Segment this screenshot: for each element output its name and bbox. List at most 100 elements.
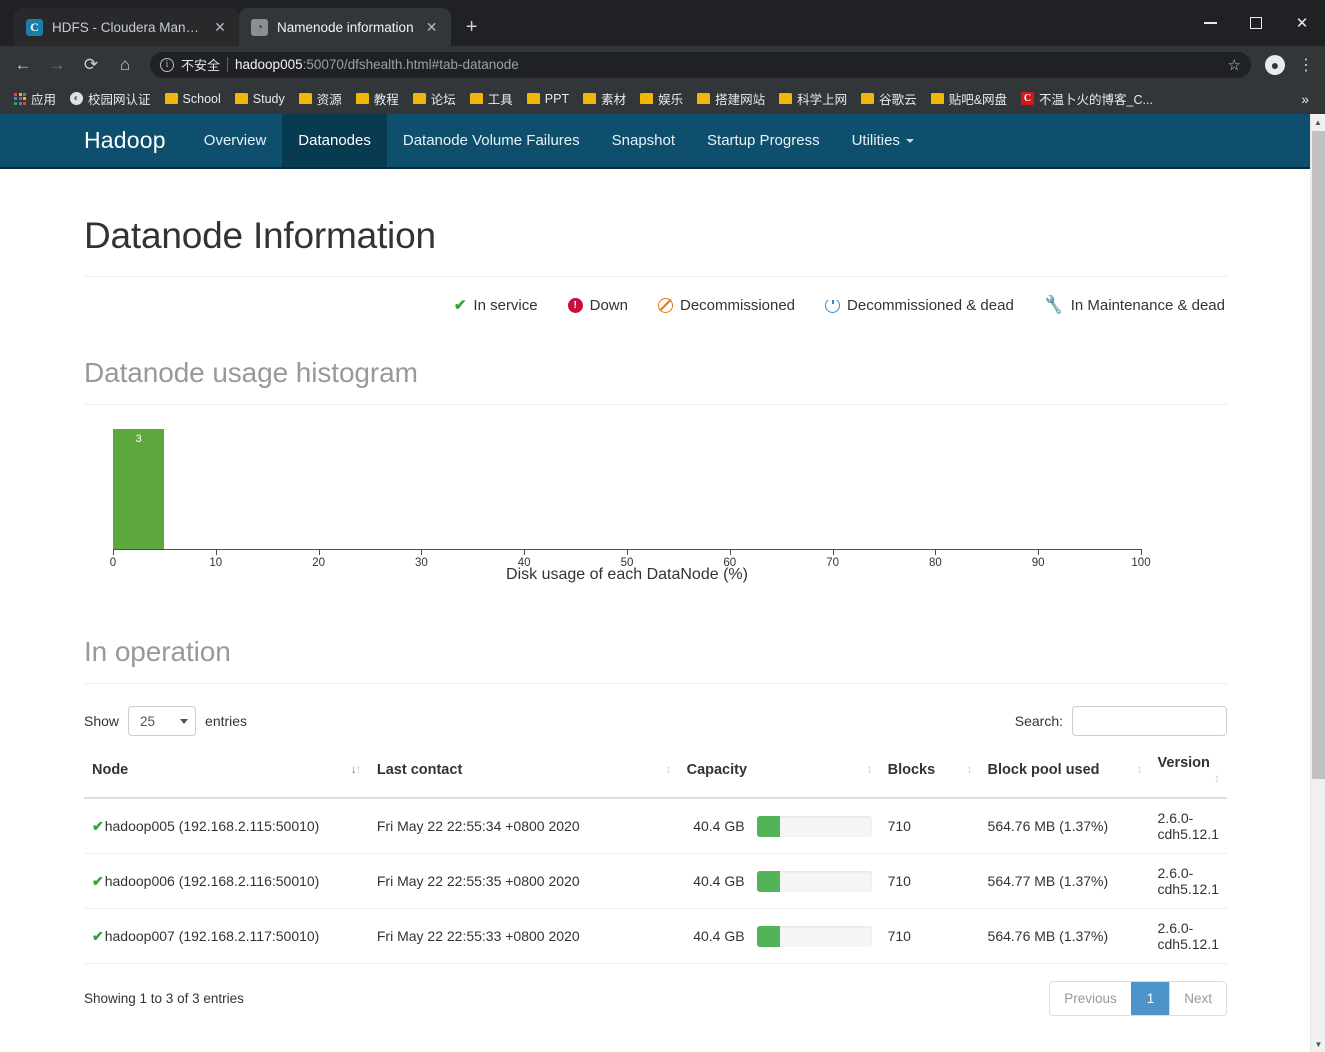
bookmark-forums[interactable]: 论坛	[407, 86, 462, 111]
apps-grid-icon	[14, 92, 26, 105]
column-header-last-contact[interactable]: Last contact ↕	[368, 749, 679, 799]
column-header-capacity[interactable]: Capacity ↕	[678, 749, 880, 799]
node-link[interactable]: hadoop007 (192.168.2.117:50010)	[105, 928, 320, 944]
capacity-progress-bar	[756, 925, 872, 947]
new-tab-button[interactable]: +	[457, 12, 487, 42]
bookmarks-overflow-icon[interactable]: »	[1293, 91, 1317, 107]
profile-avatar-icon[interactable]: ●	[1265, 54, 1285, 75]
reload-icon[interactable]: ⟳	[76, 50, 106, 80]
column-header-node[interactable]: Node ↓↑	[84, 749, 369, 799]
bookmark-campus-auth[interactable]: ◐ 校园网认证	[64, 86, 157, 111]
tab-title: Namenode information	[277, 19, 414, 35]
sort-icon: ↓↑	[350, 762, 362, 776]
minimize-icon[interactable]	[1187, 0, 1233, 46]
pagination-previous[interactable]: Previous	[1050, 982, 1131, 1015]
scrollbar-thumb[interactable]	[1312, 131, 1325, 779]
close-window-icon[interactable]: ✕	[1279, 0, 1325, 46]
nav-item-datanode-volume-failures[interactable]: Datanode Volume Failures	[387, 114, 596, 167]
folder-icon	[697, 93, 711, 104]
close-icon[interactable]: ✕	[423, 19, 441, 36]
axis-tick	[318, 549, 320, 555]
bookmark-label: Study	[252, 91, 285, 106]
scroll-down-arrow-icon[interactable]: ▼	[1311, 1036, 1325, 1052]
bookmark-school[interactable]: School	[159, 89, 227, 109]
bookmark-label: 不温卜火的博客_C...	[1039, 93, 1153, 107]
bookmark-label: 搭建网站	[715, 93, 766, 107]
sort-icon: ↕	[1136, 762, 1143, 776]
bookmark-vpn[interactable]: 科学上网	[773, 86, 853, 111]
axis-tick-label: 30	[414, 557, 428, 569]
nav-item-datanodes[interactable]: Datanodes	[282, 114, 387, 167]
pagination-next[interactable]: Next	[1169, 982, 1226, 1015]
page-size-select[interactable]: 25	[128, 706, 197, 736]
bookmark-star-icon[interactable]: ☆	[1228, 56, 1241, 74]
home-icon[interactable]: ⌂	[110, 50, 140, 80]
address-bar[interactable]: i 不安全 hadoop005:50070/dfshealth.html#tab…	[150, 51, 1251, 78]
showing-entries-text: Showing 1 to 3 of 3 entries	[84, 991, 244, 1006]
browser-tab-cloudera[interactable]: C HDFS - Cloudera Manager ✕	[14, 8, 239, 46]
search-input[interactable]	[1072, 706, 1227, 736]
bookmark-tutorials[interactable]: 教程	[350, 86, 405, 111]
chrome-menu-icon[interactable]: ⋮	[1295, 55, 1317, 75]
back-icon[interactable]: ←	[8, 50, 38, 80]
nav-item-snapshot[interactable]: Snapshot	[596, 114, 691, 167]
bookmark-tieba-netdisk[interactable]: 贴吧&网盘	[925, 86, 1013, 111]
folder-icon	[861, 93, 875, 104]
bookmark-label: School	[182, 91, 221, 106]
page-scrollbar[interactable]: ▲ ▼	[1310, 114, 1325, 1052]
bookmark-study[interactable]: Study	[229, 89, 291, 109]
histogram-bar[interactable]: 3	[113, 429, 165, 549]
legend-in-maintenance-dead: 🔧 In Maintenance & dead	[1042, 295, 1225, 315]
bookmark-build-site[interactable]: 搭建网站	[691, 86, 771, 111]
cell-version: 2.6.0-cdh5.12.1	[1149, 853, 1227, 909]
page-title: Datanode Information	[84, 215, 1227, 277]
bookmark-google-cloud[interactable]: 谷歌云	[855, 86, 923, 111]
folder-icon	[298, 93, 312, 104]
axis-tick	[421, 549, 423, 555]
cell-capacity: 40.4 GB	[678, 798, 880, 854]
bookmark-ppt[interactable]: PPT	[521, 89, 575, 109]
column-header-block-pool-used[interactable]: Block pool used ↕	[979, 749, 1150, 799]
legend-down: ! Down	[567, 295, 628, 315]
browser-tab-namenode[interactable]: ◔ Namenode information ✕	[239, 8, 451, 46]
maximize-icon[interactable]	[1233, 0, 1279, 46]
bookmark-entertainment[interactable]: 娱乐	[634, 86, 689, 111]
legend-decommissioned-dead: Decommissioned & dead	[825, 295, 1014, 315]
column-header-version[interactable]: Version ↕	[1149, 749, 1227, 799]
bookmark-label: 谷歌云	[879, 93, 917, 107]
bookmark-csdn-blog[interactable]: C 不温卜火的博客_C...	[1015, 86, 1159, 111]
capacity-progress-bar	[756, 870, 872, 892]
node-link[interactable]: hadoop005 (192.168.2.115:50010)	[105, 818, 320, 834]
column-label: Version	[1157, 755, 1210, 771]
bookmark-resources[interactable]: 资源	[293, 86, 348, 111]
divider	[227, 57, 229, 72]
bookmark-tools[interactable]: 工具	[464, 86, 519, 111]
window-controls: ✕	[1187, 0, 1325, 46]
capacity-value: 40.4 GB	[693, 873, 745, 889]
nav-item-overview[interactable]: Overview	[188, 114, 283, 167]
info-icon[interactable]: i	[160, 57, 174, 72]
axis-tick-label: 20	[312, 557, 325, 569]
bookmark-apps[interactable]: 应用	[8, 86, 62, 111]
nav-item-utilities[interactable]: Utilities	[836, 114, 930, 167]
pagination-page-1[interactable]: 1	[1130, 982, 1170, 1015]
page-container: Datanode Information ✔ In service ! Down…	[0, 215, 1311, 1052]
capacity-progress-fill	[756, 925, 780, 947]
legend-label: In service	[473, 296, 538, 314]
security-label: 不安全	[181, 58, 221, 73]
sort-icon: ↕	[665, 762, 672, 776]
histogram-plot-area: 3	[113, 429, 1141, 549]
nav-item-startup-progress[interactable]: Startup Progress	[691, 114, 836, 167]
cell-node: ✔ hadoop006 (192.168.2.116:50010)	[84, 853, 369, 909]
cell-version: 2.6.0-cdh5.12.1	[1149, 908, 1227, 964]
column-header-blocks[interactable]: Blocks ↕	[879, 749, 980, 799]
bookmark-materials[interactable]: 素材	[577, 86, 632, 111]
brand-hadoop[interactable]: Hadoop	[62, 114, 188, 167]
page-viewport: Hadoop Overview Datanodes Datanode Volum…	[0, 114, 1325, 1052]
forward-icon[interactable]: →	[42, 50, 72, 80]
in-operation-heading: In operation	[84, 636, 1227, 684]
close-icon[interactable]: ✕	[211, 19, 229, 36]
scroll-up-arrow-icon[interactable]: ▲	[1311, 114, 1325, 130]
node-link[interactable]: hadoop006 (192.168.2.116:50010)	[105, 873, 320, 889]
bookmark-label: 工具	[487, 93, 513, 107]
